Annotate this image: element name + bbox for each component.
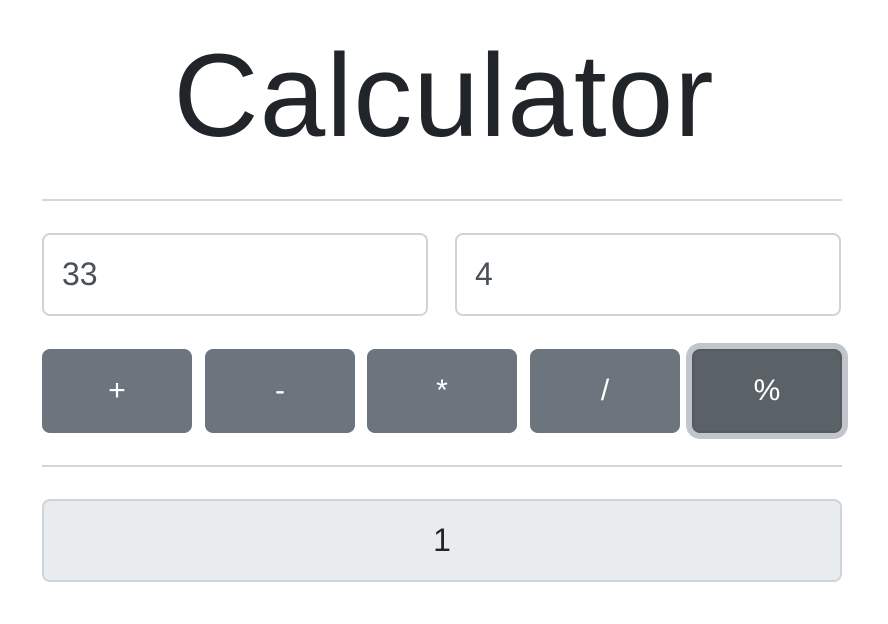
result-display: 1 bbox=[42, 499, 842, 582]
add-button[interactable]: + bbox=[42, 349, 192, 433]
middle-divider bbox=[42, 465, 842, 467]
multiply-button[interactable]: * bbox=[367, 349, 517, 433]
page-title: Calculator bbox=[173, 30, 715, 162]
subtract-button[interactable]: - bbox=[205, 349, 355, 433]
operator-buttons: + - * / % bbox=[42, 349, 842, 433]
divide-button[interactable]: / bbox=[530, 349, 680, 433]
result-value: 1 bbox=[433, 522, 451, 558]
second-number-input[interactable] bbox=[455, 233, 841, 316]
modulo-button[interactable]: % bbox=[692, 349, 842, 433]
first-number-input[interactable] bbox=[42, 233, 428, 316]
top-divider bbox=[42, 199, 842, 201]
